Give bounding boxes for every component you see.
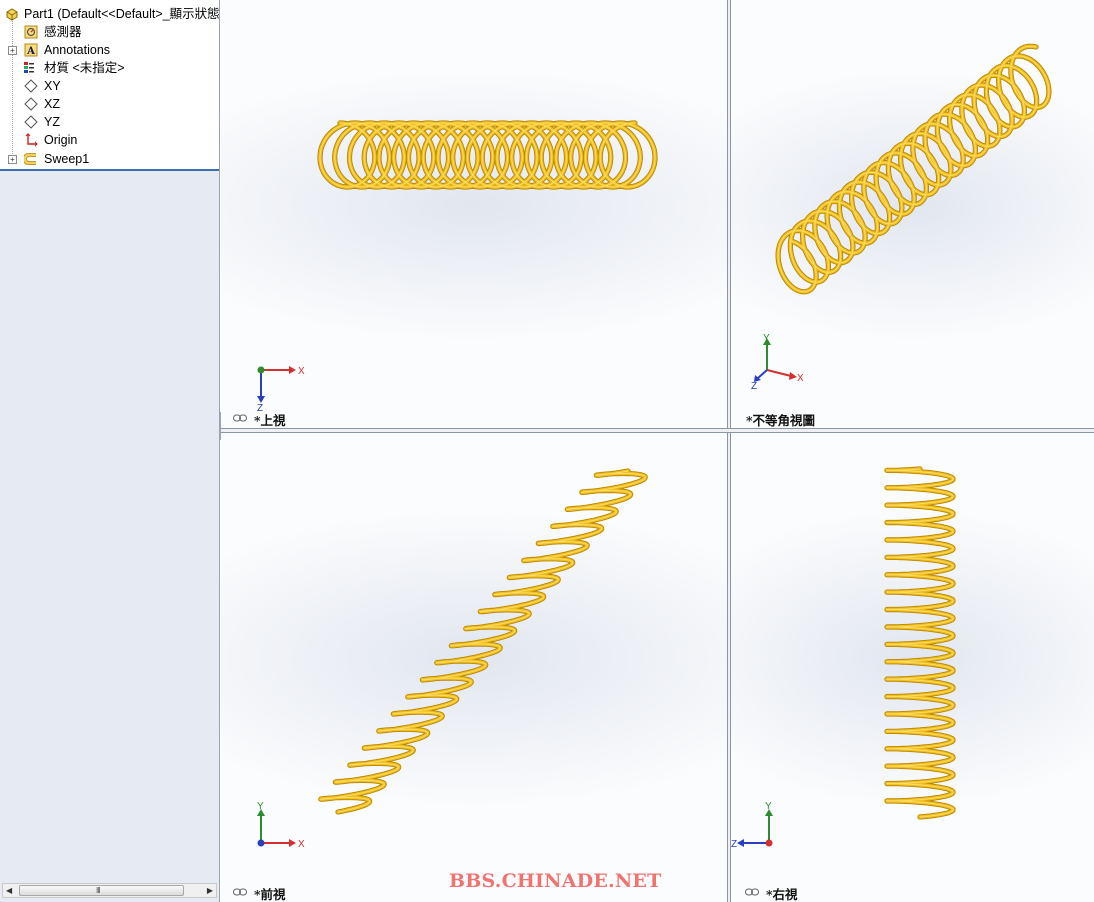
tree-item-origin[interactable]: Origin [0,131,219,149]
axis-label-z: Z [751,381,757,392]
part-icon [6,8,18,21]
tree-item-sweep1[interactable]: + Sweep1 [0,150,219,168]
viewport-label-right: *右視 [766,887,798,902]
tree-item-label: 感測器 [44,25,82,39]
axis-triad-top: X Z [257,366,305,412]
expand-toggle[interactable]: + [8,46,17,55]
tree-item-label: Sweep1 [44,152,90,166]
tree-item-sensors[interactable]: 感測器 [0,23,219,41]
scroll-grip: III [96,886,101,895]
tree-item-annotations[interactable]: + A Annotations [0,41,219,59]
expand-toggle[interactable]: + [8,155,17,164]
viewport-label-front: *前視 [254,887,286,902]
tree-item-plane-yz[interactable]: YZ [0,113,219,131]
axis-label-z: Z [731,839,737,850]
viewport-right[interactable]: Y Z *右視 [731,433,1094,902]
annotations-icon: A [24,43,38,57]
axis-label-x: X [298,366,305,377]
plane-icon [24,79,38,93]
viewport-label-isometric: *不等角視圖 [746,413,816,428]
tree-item-material[interactable]: 材質 <未指定> [0,59,219,77]
feature-tree-list: Part1 (Default<<Default>_顯示狀態 感測器 + A An… [0,0,219,171]
scroll-right-icon[interactable]: ▶ [207,886,213,895]
plane-icon [24,97,38,111]
tree-item-label: XZ [44,97,60,111]
viewport-front[interactable]: Y X *前視 [221,433,727,902]
tree-part-label: Part1 (Default<<Default>_顯示狀態 [24,7,219,21]
axis-label-y: Y [765,801,772,812]
tree-horizontal-scrollbar[interactable]: ◀ III ▶ [2,883,217,898]
viewport-splitter-horizontal[interactable] [221,428,1094,433]
link-view-icon[interactable] [233,888,247,896]
sensor-icon [24,25,38,39]
axis-triad-right: Y Z [731,801,773,850]
tree-item-label: Origin [44,133,78,147]
tree-item-label: XY [44,79,61,93]
axis-label-x: X [797,373,804,384]
tree-item-part[interactable]: Part1 (Default<<Default>_顯示狀態 [0,5,219,23]
viewport-splitter-vertical[interactable] [727,0,731,902]
link-view-icon[interactable] [233,414,247,422]
viewport-top[interactable]: X Z *上視 [221,0,727,428]
tree-item-label: 材質 <未指定> [44,61,125,75]
svg-text:A: A [26,46,35,57]
viewport-isometric[interactable]: Y X Z *不等角視圖 [731,0,1094,428]
material-icon [24,62,34,73]
plane-icon [24,115,38,129]
tree-item-label: Annotations [44,43,111,57]
axis-label-x: X [298,839,305,850]
viewport-label-top: *上視 [254,413,286,428]
feature-manager-tree: Part1 (Default<<Default>_顯示狀態 感測器 + A An… [0,0,220,902]
sweep-icon [24,153,36,165]
origin-icon [25,133,38,147]
scroll-left-icon[interactable]: ◀ [6,886,12,895]
link-view-icon[interactable] [745,888,759,896]
scroll-thumb[interactable]: III [19,885,184,896]
tree-item-plane-xy[interactable]: XY [0,77,219,95]
axis-triad-isometric: Y X Z [751,333,804,392]
watermark: BBS.CHINADE.NET [449,870,662,892]
tree-item-plane-xz[interactable]: XZ [0,95,219,113]
axis-label-y: Y [763,333,770,344]
axis-label-y: Y [257,801,264,812]
axis-triad-front: Y X [257,801,305,850]
tree-item-label: YZ [44,115,60,129]
